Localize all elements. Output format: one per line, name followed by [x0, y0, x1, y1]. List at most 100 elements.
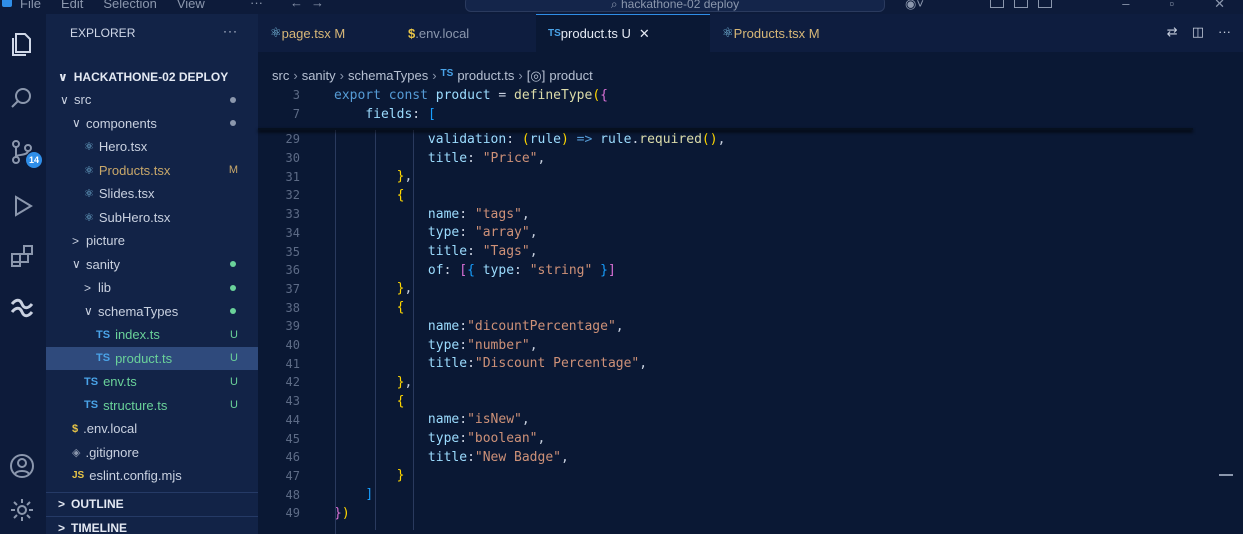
- tree-item-label: Slides.tsx: [98, 186, 155, 201]
- editor-tab[interactable]: ⚛ page.tsx M: [258, 14, 396, 52]
- explorer-title: EXPLORER: [70, 26, 136, 40]
- breadcrumb-separator-icon: ›: [518, 68, 523, 83]
- breadcrumb-item[interactable]: schemaTypes: [348, 68, 428, 84]
- menu-item-selection[interactable]: Selection: [103, 0, 156, 11]
- tree-file[interactable]: ⚛ Hero.tsx: [46, 135, 258, 158]
- chevron-down-icon: ∨: [72, 257, 81, 271]
- tree-folder[interactable]: ∨ sanity: [46, 253, 258, 276]
- tree-file[interactable]: $ .env.local: [46, 417, 258, 440]
- tree-folder[interactable]: ∨ components: [46, 112, 258, 135]
- tree-folder[interactable]: > picture: [46, 229, 258, 252]
- code-line: 32 {: [258, 186, 1218, 205]
- chevron-down-icon: ∨: [60, 92, 69, 107]
- nav-arrows[interactable]: ←→: [290, 0, 332, 10]
- explorer-icon[interactable]: [8, 30, 36, 58]
- indent-guide: [413, 130, 414, 530]
- close-window-icon[interactable]: ✕: [1214, 0, 1225, 12]
- tree-file[interactable]: ◈ .gitignore: [46, 441, 258, 464]
- code-text: {: [396, 300, 405, 316]
- search-icon[interactable]: [8, 84, 36, 112]
- timeline-label: TIMELINE: [71, 520, 128, 534]
- tree-item-label: src: [74, 92, 92, 107]
- tree-item-label: structure.ts: [103, 397, 168, 413]
- editor-more-icon[interactable]: ···: [1218, 24, 1231, 40]
- breadcrumb-item[interactable]: product: [549, 68, 592, 84]
- code-text: {: [396, 187, 405, 203]
- extensions-icon[interactable]: [8, 242, 36, 270]
- code-line: 29 validation: (rule) => rule.required()…: [258, 130, 1218, 149]
- explorer-more-button[interactable]: ···: [223, 24, 238, 38]
- menu-item-file[interactable]: File: [20, 0, 41, 11]
- code-line: 43 {: [258, 392, 1218, 411]
- code-text: name: "tags",: [427, 206, 530, 222]
- code-text: ]: [365, 487, 374, 503]
- tree-file[interactable]: TS index.ts U: [46, 323, 258, 346]
- workspace-section-header[interactable]: ∨ HACKATHONE-02 DEPLOY: [46, 66, 258, 88]
- line-number: 37: [285, 281, 300, 296]
- breadcrumb-item[interactable]: src: [272, 68, 289, 84]
- menu-item-edit[interactable]: Edit: [61, 0, 83, 11]
- source-control-icon[interactable]: 14: [8, 138, 42, 168]
- code-line: 41 title:"Discount Percentage",: [258, 354, 1218, 373]
- layout-controls[interactable]: [990, 0, 1052, 8]
- editor-tab[interactable]: $ .env.local: [396, 14, 536, 52]
- line-number: 36: [285, 263, 300, 278]
- line-number: 29: [285, 132, 300, 147]
- tree-item-label: .env.local: [83, 421, 138, 436]
- copilot-icon[interactable]: ◉˅: [905, 0, 924, 12]
- code-text: of: [{ type: "string" }]: [427, 262, 616, 278]
- tree-file[interactable]: TS product.ts U: [46, 346, 258, 370]
- code-text: },: [396, 374, 413, 390]
- tree-file[interactable]: TS structure.ts U: [46, 394, 258, 417]
- chevron-down-icon: ∨: [84, 304, 93, 318]
- line-number: 46: [285, 450, 300, 465]
- code-text: fields: [: [365, 106, 436, 122]
- toggle-secondary-sidebar-icon[interactable]: [1038, 0, 1052, 8]
- breadcrumb-item[interactable]: product.ts: [457, 68, 514, 84]
- line-number: 31: [285, 169, 300, 184]
- explorer-header: EXPLORER ···: [46, 14, 258, 52]
- tree-file[interactable]: TS env.ts U: [46, 370, 258, 393]
- maximize-icon[interactable]: ▫: [1169, 0, 1174, 12]
- tree-file[interactable]: ⚛ Slides.tsx: [46, 182, 258, 205]
- minimize-icon[interactable]: –: [1122, 0, 1129, 12]
- toggle-sidebar-icon[interactable]: [990, 0, 1004, 8]
- git-file-icon: ◈: [72, 446, 81, 459]
- compare-changes-icon[interactable]: ⇄: [1167, 24, 1178, 40]
- menu-more-button[interactable]: ···: [250, 0, 263, 10]
- code-line: 49}): [258, 504, 1218, 523]
- tree-folder[interactable]: ∨ schemaTypes: [46, 300, 258, 323]
- breadcrumb-item[interactable]: sanity: [302, 68, 336, 84]
- window-controls[interactable]: – ▫ ✕: [1122, 0, 1225, 12]
- run-debug-icon[interactable]: [8, 192, 36, 220]
- command-center[interactable]: ⌕ hackathone-02 deploy: [465, 0, 885, 12]
- sticky-code-line: 3 export const product = defineType({: [258, 86, 1218, 105]
- settings-gear-icon[interactable]: [8, 496, 36, 524]
- editor-actions: ⇄ ◫ ···: [1167, 24, 1231, 40]
- tree-file[interactable]: JS eslint.config.mjs: [46, 464, 258, 487]
- tree-folder[interactable]: > lib: [46, 276, 258, 299]
- line-number: 3: [292, 88, 300, 103]
- indent-guide: [375, 130, 376, 530]
- tree-file[interactable]: ⚛ SubHero.tsx: [46, 206, 258, 229]
- toggle-panel-icon[interactable]: [1014, 0, 1028, 8]
- line-number: 45: [285, 431, 300, 446]
- editor-tab[interactable]: TS product.ts U ✕: [536, 14, 710, 52]
- line-number: 47: [285, 468, 300, 483]
- code-line: 34 type: "array",: [258, 224, 1218, 243]
- menu-item-view[interactable]: View: [177, 0, 205, 11]
- code-line: 33 name: "tags",: [258, 205, 1218, 224]
- account-icon[interactable]: [8, 452, 36, 480]
- outline-section-header[interactable]: > OUTLINE: [46, 492, 258, 514]
- line-number: 43: [285, 394, 300, 409]
- tailwind-icon[interactable]: [8, 292, 36, 320]
- tree-item-label: Products.tsx: [98, 162, 171, 178]
- tree-file[interactable]: ⚛ Products.tsx M: [46, 159, 258, 182]
- split-editor-icon[interactable]: ◫: [1192, 24, 1204, 40]
- editor-scrollbar[interactable]: [1219, 94, 1233, 534]
- close-tab-icon[interactable]: ✕: [639, 26, 650, 42]
- typescript-file-icon: TS: [84, 375, 99, 388]
- timeline-section-header[interactable]: > TIMELINE: [46, 516, 258, 534]
- editor-tab[interactable]: ⚛ Products.tsx M: [710, 14, 850, 52]
- tree-folder[interactable]: ∨ src: [46, 88, 258, 111]
